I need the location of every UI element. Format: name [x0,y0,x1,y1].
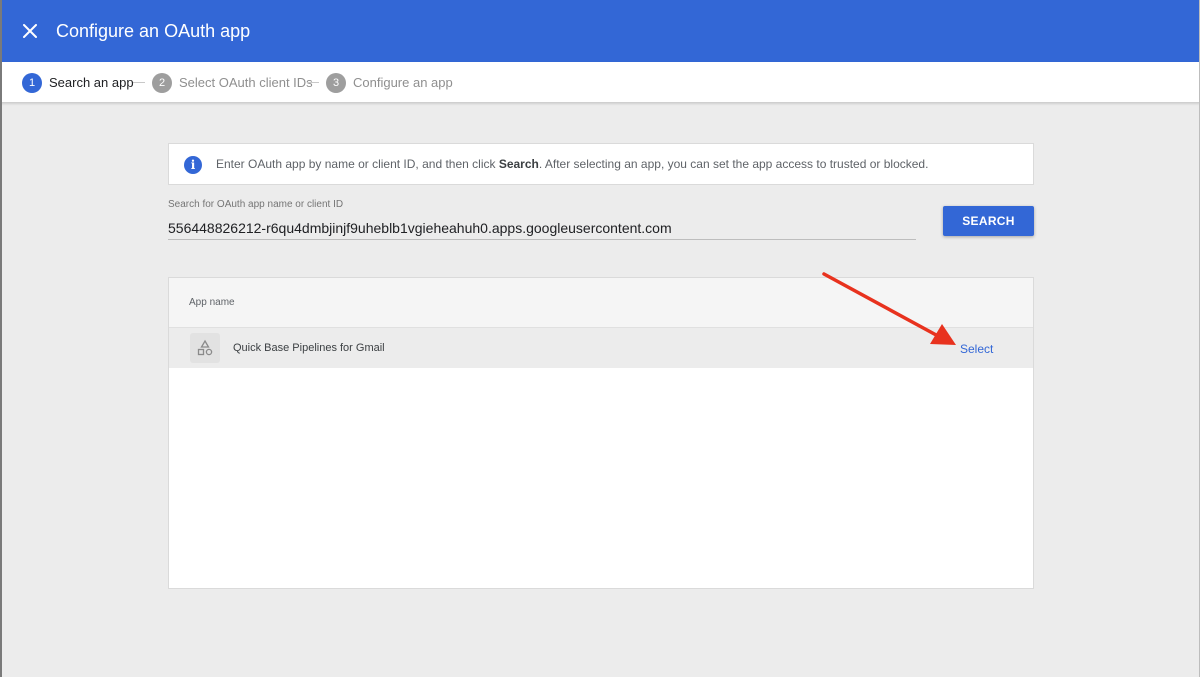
step-search-an-app[interactable]: 1 Search an app [22,72,134,93]
search-button[interactable]: SEARCH [943,206,1034,236]
info-text-before: Enter OAuth app by name or client ID, an… [216,157,499,171]
shapes-icon [197,339,213,356]
step-select-oauth-client-ids[interactable]: 2 Select OAuth client IDs [152,72,313,93]
info-text-bold: Search [498,157,539,171]
page-title: Configure an OAuth app [56,21,251,41]
table-row[interactable]: Quick Base Pipelines for Gmail Select [169,328,1033,368]
info-text-after: . After selecting an app, you can set th… [538,157,929,171]
step-label: Search an app [49,75,134,90]
step-label: Select OAuth client IDs [179,75,313,90]
step-divider [133,82,145,83]
info-banner: i Enter OAuth app by name or client ID, … [168,143,1034,185]
info-icon: i [184,156,202,174]
app-name: Quick Base Pipelines for Gmail [233,342,385,354]
close-button[interactable] [18,19,42,43]
results-table: App name Quick Base Pipelines for Gmail … [168,277,1034,589]
window-frame-left [0,0,2,677]
search-input[interactable] [168,217,916,240]
select-link[interactable]: Select [960,342,993,356]
step-configure-an-app[interactable]: 3 Configure an app [326,72,453,93]
search-label: Search for OAuth app name or client ID [168,199,344,210]
step-number: 3 [326,72,346,93]
dialog-header: Configure an OAuth app [0,0,1200,62]
stepper: 1 Search an app 2 Select OAuth client ID… [0,62,1200,103]
step-number: 2 [152,72,172,93]
step-divider [307,82,319,83]
column-header-app-name: App name [189,297,235,308]
close-icon [23,24,37,38]
step-number: 1 [22,72,42,93]
app-icon [190,333,220,363]
step-label: Configure an app [353,75,453,90]
info-text: Enter OAuth app by name or client ID, an… [216,157,928,171]
table-header: App name [169,278,1033,328]
